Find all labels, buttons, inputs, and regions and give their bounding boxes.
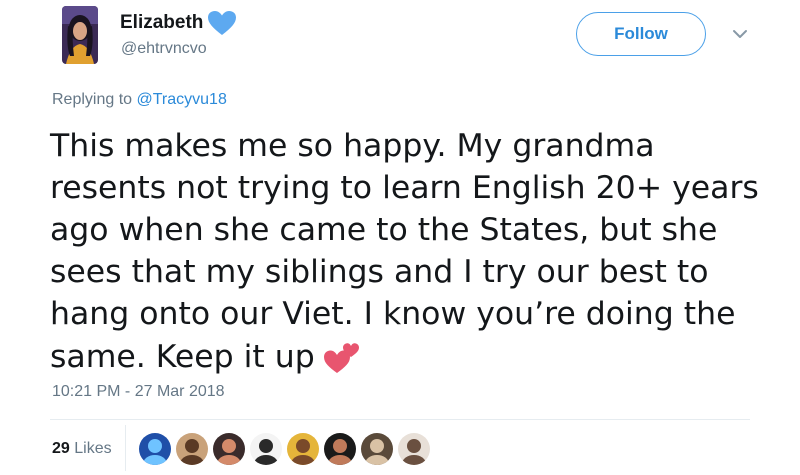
likes-label: Likes <box>74 440 112 457</box>
liker-avatar-2[interactable] <box>175 432 209 466</box>
chevron-down-icon[interactable] <box>730 26 750 42</box>
likers-list <box>138 432 434 466</box>
replying-to: Replying to @Tracyvu18 <box>52 91 227 109</box>
replying-to-prefix: Replying to <box>52 91 137 108</box>
likes-count: 29 <box>52 440 70 457</box>
liker-avatar-6[interactable] <box>323 432 357 466</box>
follow-button[interactable]: Follow <box>576 12 706 56</box>
divider <box>50 419 750 420</box>
liker-avatar-4[interactable] <box>249 432 283 466</box>
tweet-text-line: ago when she came to the States, but she <box>50 212 718 248</box>
liker-avatar-5[interactable] <box>286 432 320 466</box>
tweet-text-line: resents not trying to learn English 20+ … <box>50 170 759 206</box>
two-hearts-emoji-icon <box>323 343 359 373</box>
heart-emoji-icon <box>208 11 237 35</box>
likes-stat[interactable]: 29 Likes <box>52 440 112 458</box>
liker-avatar-7[interactable] <box>360 432 394 466</box>
tweet-text-line: same. Keep it up <box>50 339 315 375</box>
tweet-text-line: This makes me so happy. My grandma <box>50 128 655 164</box>
replying-to-mention[interactable]: @Tracyvu18 <box>137 91 227 108</box>
tweet-text-line: sees that my siblings and I try our best… <box>50 254 709 290</box>
author-handle[interactable]: @ehtrvncvo <box>121 40 207 58</box>
author-display-name[interactable]: Elizabeth <box>120 12 203 34</box>
tweet-text-line: hang onto our Viet. I know you’re doing … <box>50 296 736 332</box>
tweet-text: This makes me so happy. My grandma resen… <box>50 125 770 378</box>
tweet-timestamp[interactable]: 10:21 PM - 27 Mar 2018 <box>52 383 225 401</box>
author-name-row: Elizabeth <box>120 10 237 36</box>
author-avatar[interactable] <box>62 6 98 64</box>
liker-avatar-8[interactable] <box>397 432 431 466</box>
liker-avatar-1[interactable] <box>138 432 172 466</box>
liker-avatar-3[interactable] <box>212 432 246 466</box>
tweet-text-last-line: same. Keep it up <box>50 335 770 378</box>
likes-divider <box>125 425 126 471</box>
